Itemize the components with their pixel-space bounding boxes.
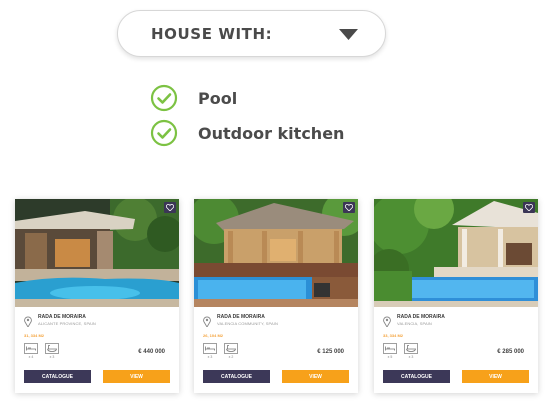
bedrooms-count: x 5 <box>387 355 393 359</box>
property-price: € 440 000 <box>138 349 165 355</box>
favorite-button[interactable] <box>343 202 355 213</box>
house-with-dropdown[interactable]: HOUSE WITH: <box>117 10 386 57</box>
bathrooms-feature: x 3 <box>404 343 418 361</box>
bathrooms-count: x 3 <box>408 355 414 359</box>
property-title: RADA DE MORAIRA <box>38 314 86 320</box>
check-circle-icon <box>150 119 178 147</box>
favorite-button[interactable] <box>523 202 535 213</box>
bedrooms-feature: x 4 <box>24 343 38 361</box>
property-size: 26, 104 M2 <box>203 333 224 338</box>
bathrooms-feature: x 3 <box>45 343 59 361</box>
heart-icon <box>166 204 174 211</box>
option-outdoor-kitchen[interactable]: Outdoor kitchen <box>150 119 344 147</box>
property-size: 33, 334 M2 <box>383 333 404 338</box>
bath-icon <box>224 343 238 354</box>
property-card[interactable]: RADA DE MORAIRA VALENCIA, SPAIN 33, 334 … <box>374 199 538 393</box>
bathrooms-feature: x 2 <box>224 343 238 361</box>
heart-icon <box>525 204 533 211</box>
view-button[interactable]: VIEW <box>462 370 529 383</box>
property-price: € 285 000 <box>497 349 524 355</box>
bath-icon <box>45 343 59 354</box>
bedrooms-feature: x 5 <box>383 343 397 361</box>
catalogue-button[interactable]: CATALOGUE <box>203 370 270 383</box>
property-location: VALENCIA, SPAIN <box>397 321 432 326</box>
bedrooms-count: x 3 <box>207 355 213 359</box>
bed-icon <box>383 343 397 354</box>
catalogue-button[interactable]: CATALOGUE <box>24 370 91 383</box>
dropdown-label: HOUSE WITH: <box>151 25 273 43</box>
property-photo <box>15 199 179 307</box>
bed-icon <box>24 343 38 354</box>
property-size: 31, 334 M2 <box>24 333 45 338</box>
location-pin-icon <box>383 316 391 327</box>
bathrooms-count: x 2 <box>228 355 234 359</box>
check-circle-icon <box>150 84 178 112</box>
view-button[interactable]: VIEW <box>282 370 349 383</box>
property-photo <box>374 199 538 307</box>
property-location: VALENCIA COMMUNITY, SPAIN <box>217 321 278 326</box>
location-pin-icon <box>24 316 32 327</box>
location-pin-icon <box>203 316 211 327</box>
option-label: Pool <box>198 88 238 108</box>
property-title: RADA DE MORAIRA <box>217 314 265 320</box>
option-label: Outdoor kitchen <box>198 123 345 143</box>
view-button[interactable]: VIEW <box>103 370 170 383</box>
catalogue-button[interactable]: CATALOGUE <box>383 370 450 383</box>
property-location: ALICANTE PROVINCE, SPAIN <box>38 321 96 326</box>
heart-icon <box>345 204 353 211</box>
bedrooms-count: x 4 <box>28 355 34 359</box>
bed-icon <box>203 343 217 354</box>
property-title: RADA DE MORAIRA <box>397 314 445 320</box>
bath-icon <box>404 343 418 354</box>
property-price: € 125 000 <box>317 349 344 355</box>
property-photo <box>194 199 358 307</box>
property-card[interactable]: RADA DE MORAIRA ALICANTE PROVINCE, SPAIN… <box>15 199 179 393</box>
bathrooms-count: x 3 <box>49 355 55 359</box>
bedrooms-feature: x 3 <box>203 343 217 361</box>
option-pool[interactable]: Pool <box>150 84 237 112</box>
chevron-down-icon <box>339 29 358 40</box>
property-card[interactable]: RADA DE MORAIRA VALENCIA COMMUNITY, SPAI… <box>194 199 358 393</box>
favorite-button[interactable] <box>164 202 176 213</box>
